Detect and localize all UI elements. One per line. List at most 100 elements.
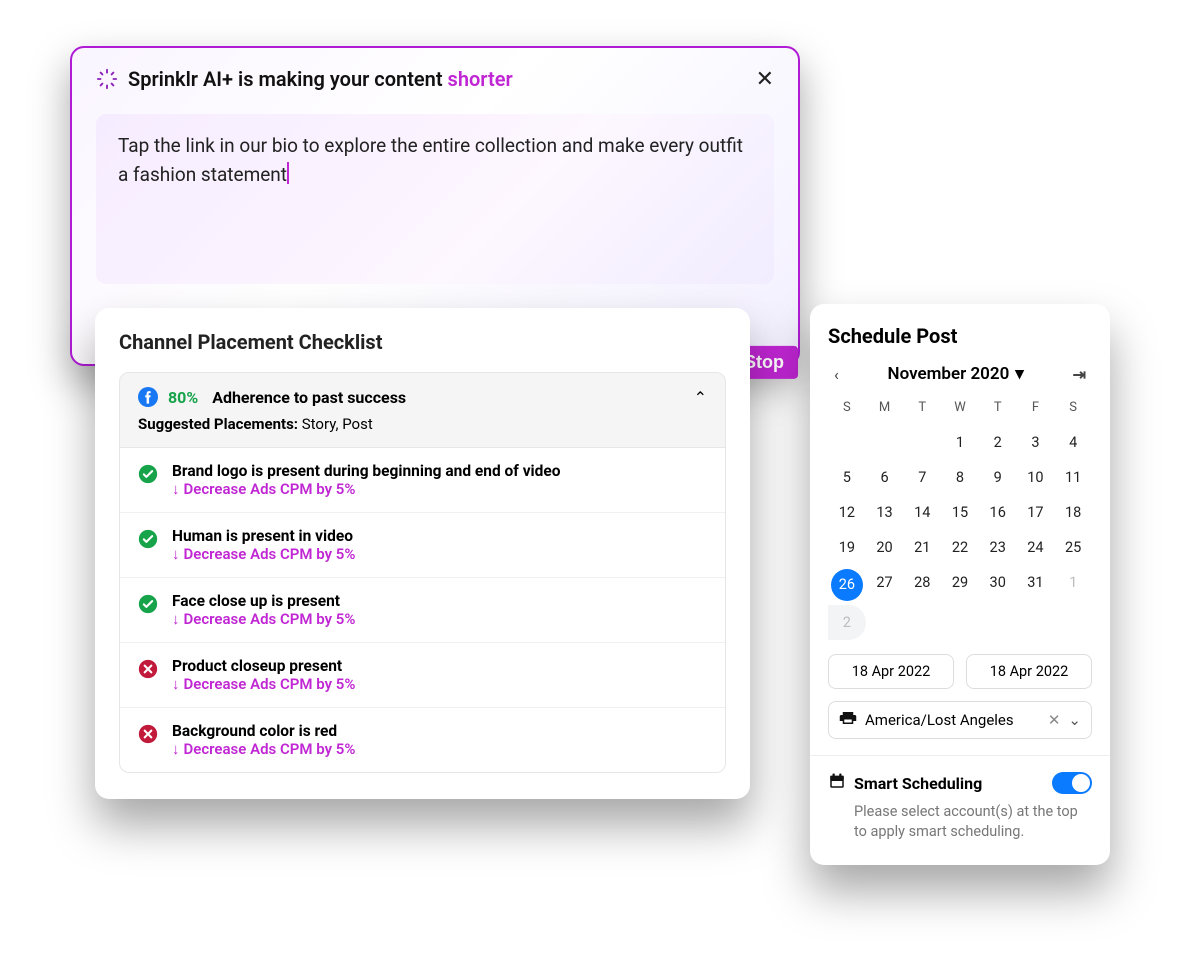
prev-month-icon[interactable]: ‹: [828, 365, 845, 384]
suggested-placements: Suggested Placements: Story, Post: [138, 415, 707, 433]
calendar-day[interactable]: 15: [941, 495, 979, 530]
checklist-item: Background color is red↓Decrease Ads CPM…: [120, 707, 725, 772]
calendar-day[interactable]: 24: [1017, 530, 1055, 565]
ai-title: Sprinklr AI+ is making your content shor…: [128, 67, 513, 91]
calendar-day[interactable]: 16: [979, 495, 1017, 530]
text-cursor: [287, 162, 289, 184]
ai-title-prefix: Sprinklr AI+ is making your content: [128, 67, 448, 91]
timezone-value: America/Lost Angeles: [865, 711, 1014, 729]
calendar-day[interactable]: 1: [1054, 565, 1092, 605]
calendar-empty: [866, 425, 904, 460]
calendar-day[interactable]: 26: [831, 569, 863, 601]
x-circle-icon: [138, 724, 158, 744]
calendar-day[interactable]: 19: [828, 530, 866, 565]
calendar-dow: F: [1017, 394, 1055, 425]
schedule-card: Schedule Post ‹ November 2020 ▾ ⇥ SMTWTF…: [810, 304, 1110, 865]
printer-icon: [839, 710, 857, 730]
checklist-card: Channel Placement Checklist 80% Adherenc…: [95, 308, 750, 799]
calendar-day[interactable]: 30: [979, 565, 1017, 605]
calendar-day[interactable]: 20: [866, 530, 904, 565]
calendar-day[interactable]: 18: [1054, 495, 1092, 530]
checklist-item-text: Brand logo is present during beginning a…: [172, 462, 561, 480]
chevron-up-icon[interactable]: ⌃: [694, 388, 707, 407]
calendar-day[interactable]: 1: [941, 425, 979, 460]
schedule-title: Schedule Post: [828, 324, 1092, 348]
checklist-title: Channel Placement Checklist: [119, 330, 726, 354]
month-selector[interactable]: November 2020 ▾: [855, 364, 1057, 384]
calendar-day[interactable]: 17: [1017, 495, 1055, 530]
calendar-day[interactable]: 31: [1017, 565, 1055, 605]
calendar-day[interactable]: 23: [979, 530, 1017, 565]
calendar-day[interactable]: 25: [1054, 530, 1092, 565]
checklist-header[interactable]: 80% Adherence to past success ⌃ Suggeste…: [119, 372, 726, 448]
ai-body-text: Tap the link in our bio to explore the e…: [118, 134, 743, 186]
calendar-day[interactable]: 2: [828, 605, 866, 640]
checklist-item: Face close up is present↓Decrease Ads CP…: [120, 577, 725, 642]
checklist-item-text: Product closeup present: [172, 657, 355, 675]
arrow-down-icon: ↓: [172, 740, 180, 758]
ai-title-accent: shorter: [448, 67, 513, 91]
calendar-day[interactable]: 5: [828, 460, 866, 495]
calendar-empty: [828, 425, 866, 460]
clear-icon[interactable]: ✕: [1048, 711, 1061, 729]
arrow-down-icon: ↓: [172, 610, 180, 628]
calendar-day[interactable]: 2: [979, 425, 1017, 460]
adherence-percent: 80%: [168, 388, 198, 407]
chevron-down-icon: ▾: [1015, 364, 1024, 384]
calendar-empty: [903, 425, 941, 460]
check-circle-icon: [138, 529, 158, 549]
calendar-dow: T: [903, 394, 941, 425]
check-circle-icon: [138, 594, 158, 614]
smart-scheduling-toggle[interactable]: [1052, 772, 1092, 794]
calendar-day[interactable]: 11: [1054, 460, 1092, 495]
calendar-dow: W: [941, 394, 979, 425]
calendar-day[interactable]: 4: [1054, 425, 1092, 460]
checklist-item: Brand logo is present during beginning a…: [120, 448, 725, 512]
end-date-input[interactable]: 18 Apr 2022: [966, 654, 1092, 689]
checklist-items: Brand logo is present during beginning a…: [119, 448, 726, 773]
divider: [810, 755, 1110, 756]
calendar-dow: S: [1054, 394, 1092, 425]
checklist-item-impact: ↓Decrease Ads CPM by 5%: [172, 610, 355, 628]
checklist-item-impact: ↓Decrease Ads CPM by 5%: [172, 480, 561, 498]
chevron-down-icon[interactable]: ⌄: [1068, 711, 1081, 729]
calendar-day[interactable]: 22: [941, 530, 979, 565]
calendar-day[interactable]: 10: [1017, 460, 1055, 495]
next-month-icon[interactable]: ⇥: [1067, 365, 1092, 384]
checklist-item-impact: ↓Decrease Ads CPM by 5%: [172, 675, 355, 693]
close-icon[interactable]: ✕: [756, 66, 774, 92]
calendar-day[interactable]: 7: [903, 460, 941, 495]
adherence-label: Adherence to past success: [212, 388, 406, 407]
calendar-dow: T: [979, 394, 1017, 425]
check-circle-icon: [138, 464, 158, 484]
calendar-day[interactable]: 14: [903, 495, 941, 530]
arrow-down-icon: ↓: [172, 675, 180, 693]
x-circle-icon: [138, 659, 158, 679]
timezone-select[interactable]: America/Lost Angeles ✕ ⌄: [828, 701, 1092, 739]
ai-output-text[interactable]: Tap the link in our bio to explore the e…: [96, 114, 774, 284]
calendar-icon: [828, 772, 846, 794]
checklist-item-text: Background color is red: [172, 722, 355, 740]
calendar-day[interactable]: 27: [866, 565, 904, 605]
checklist-item: Human is present in video↓Decrease Ads C…: [120, 512, 725, 577]
start-date-input[interactable]: 18 Apr 2022: [828, 654, 954, 689]
calendar-day[interactable]: 6: [866, 460, 904, 495]
calendar-day[interactable]: 9: [979, 460, 1017, 495]
calendar-dow: S: [828, 394, 866, 425]
facebook-icon: [138, 387, 158, 407]
calendar-day[interactable]: 28: [903, 565, 941, 605]
calendar-dow: M: [866, 394, 904, 425]
checklist-item: Product closeup present↓Decrease Ads CPM…: [120, 642, 725, 707]
checklist-item-impact: ↓Decrease Ads CPM by 5%: [172, 545, 355, 563]
arrow-down-icon: ↓: [172, 545, 180, 563]
calendar-day[interactable]: 29: [941, 565, 979, 605]
calendar-day[interactable]: 12: [828, 495, 866, 530]
calendar-day[interactable]: 3: [1017, 425, 1055, 460]
calendar-nav: ‹ November 2020 ▾ ⇥: [828, 364, 1092, 384]
arrow-down-icon: ↓: [172, 480, 180, 498]
calendar-day[interactable]: 8: [941, 460, 979, 495]
calendar-day[interactable]: 21: [903, 530, 941, 565]
smart-scheduling-hint: Please select account(s) at the top to a…: [854, 802, 1092, 843]
calendar-day[interactable]: 13: [866, 495, 904, 530]
smart-scheduling-label: Smart Scheduling: [854, 774, 982, 793]
